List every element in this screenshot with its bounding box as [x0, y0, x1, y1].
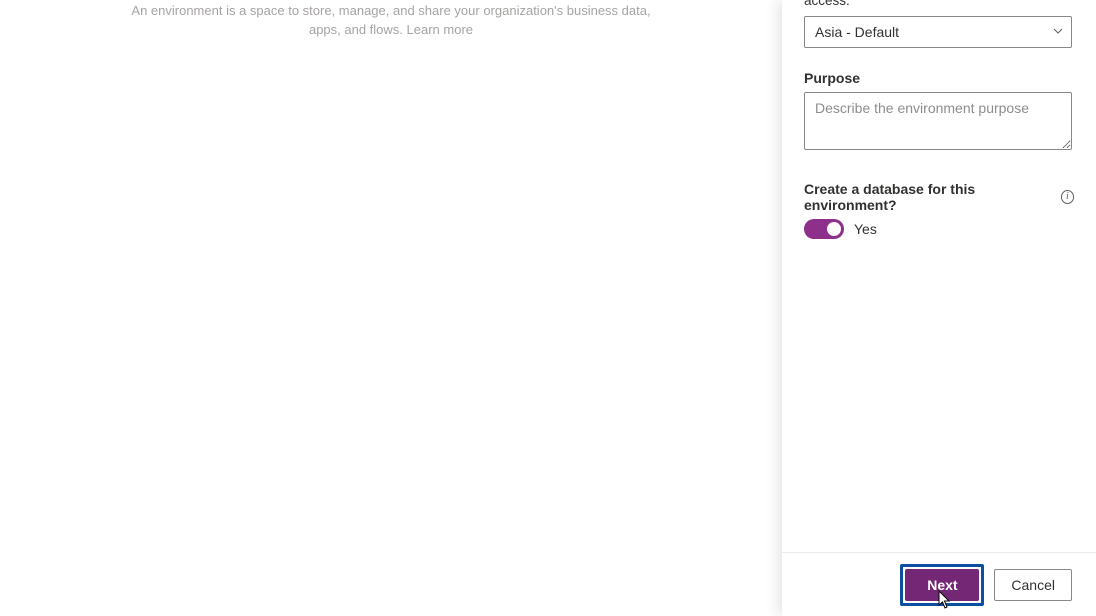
- toggle-state-label: Yes: [854, 221, 877, 237]
- next-button[interactable]: Next: [905, 569, 979, 601]
- description-text-line1: An environment is a space to store, mana…: [131, 3, 650, 18]
- info-icon[interactable]: i: [1061, 190, 1074, 204]
- cancel-button[interactable]: Cancel: [994, 569, 1072, 601]
- region-help-text: access.: [804, 0, 1074, 10]
- purpose-textarea[interactable]: [804, 92, 1072, 150]
- environment-description: An environment is a space to store, mana…: [96, 0, 686, 40]
- region-select-wrapper: [804, 16, 1072, 48]
- create-database-label: Create a database for this environment?: [804, 181, 1056, 213]
- create-database-toggle[interactable]: [804, 219, 844, 239]
- learn-more-link[interactable]: Learn more: [407, 22, 473, 37]
- next-button-highlight: Next: [900, 564, 984, 606]
- panel-form-content: access. Purpose Create a database for th…: [782, 0, 1096, 552]
- main-content-area: An environment is a space to store, mana…: [0, 0, 782, 616]
- toggle-thumb: [827, 222, 841, 236]
- region-select[interactable]: [804, 16, 1072, 48]
- create-database-section: Create a database for this environment? …: [804, 181, 1074, 239]
- new-environment-panel: access. Purpose Create a database for th…: [782, 0, 1096, 616]
- panel-footer: Next Cancel: [782, 552, 1096, 616]
- purpose-label: Purpose: [804, 70, 1074, 86]
- description-text-line2: apps, and flows.: [309, 22, 407, 37]
